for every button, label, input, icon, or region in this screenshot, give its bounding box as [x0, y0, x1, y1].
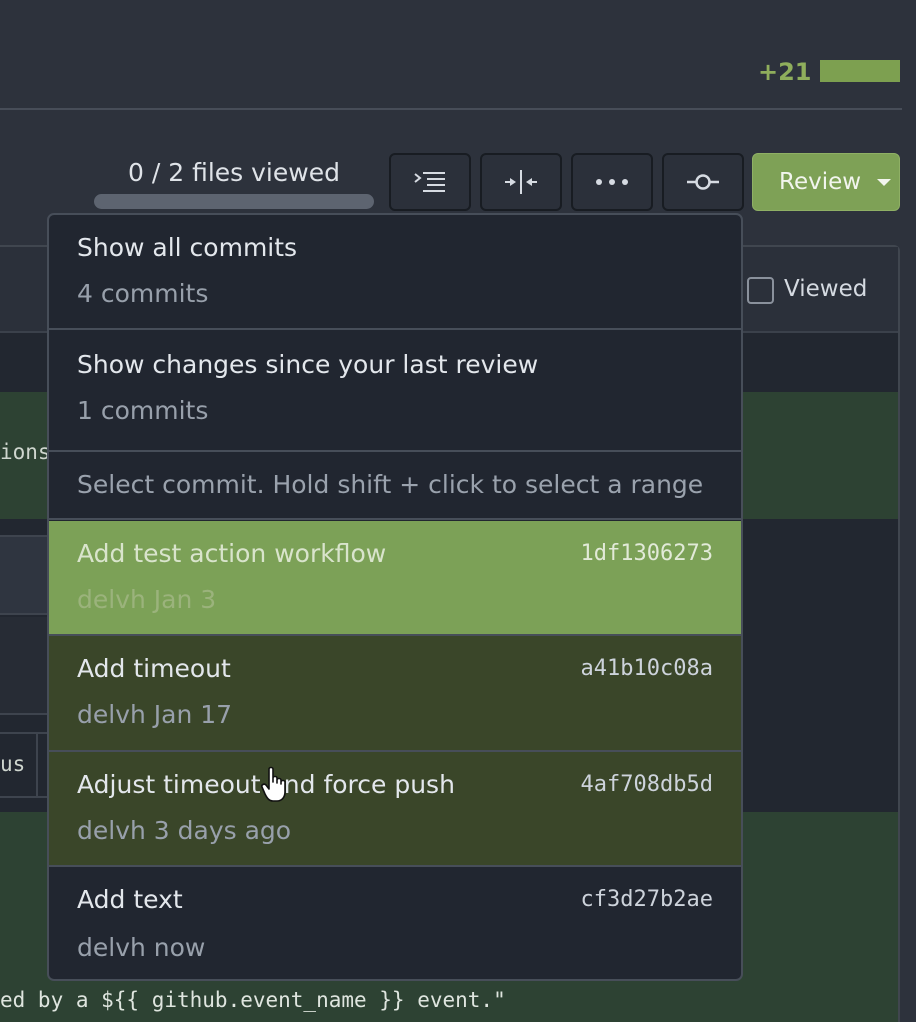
commit-author-date: delvh 3 days ago: [77, 816, 292, 845]
files-viewed-label: 0 / 2 files viewed: [128, 158, 340, 187]
file-tree-icon: [413, 170, 447, 194]
option-title: Show all commits: [77, 233, 298, 262]
option-subtitle: 4 commits: [77, 279, 209, 308]
option-subtitle: 1 commits: [77, 396, 209, 425]
commit-item[interactable]: Add test action workflow delvh Jan 3 1df…: [49, 521, 741, 636]
viewed-label: Viewed: [784, 276, 868, 302]
commit-title: Add test action workflow: [77, 539, 387, 568]
commit-selector-button[interactable]: [662, 153, 744, 211]
more-options-button[interactable]: [571, 153, 653, 211]
commit-author-date: delvh Jan 3: [77, 585, 217, 614]
divider: [36, 732, 38, 798]
commit-item[interactable]: Add text delvh now cf3d27b2ae: [49, 867, 741, 979]
commit-author-date: delvh now: [77, 933, 206, 962]
commit-sha[interactable]: 1df1306273: [581, 541, 713, 566]
code-line: ions: [0, 440, 51, 464]
commit-author-date: delvh Jan 17: [77, 700, 233, 729]
commit-sha[interactable]: a41b10c08a: [581, 656, 713, 681]
review-button[interactable]: Review: [752, 153, 900, 211]
commit-sha[interactable]: 4af708db5d: [581, 772, 713, 797]
commit-range-menu: Show all commits 4 commits Show changes …: [47, 213, 743, 981]
diff-additions-count: +21: [758, 58, 812, 86]
commit-title: Add text: [77, 885, 183, 914]
diff-view-toggle-button[interactable]: [480, 153, 562, 211]
commit-select-hint: Select commit. Hold shift + click to sel…: [49, 452, 741, 520]
file-tree-toggle-button[interactable]: [389, 153, 471, 211]
commit-title: Add timeout: [77, 654, 231, 683]
divider: [0, 108, 902, 110]
chevron-down-icon: [877, 178, 892, 186]
review-button-label: Review: [779, 169, 862, 195]
viewed-checkbox[interactable]: [747, 277, 774, 304]
diffstat-bar: [820, 60, 900, 82]
git-commit-icon: [686, 172, 720, 192]
split-diff-icon: [504, 168, 538, 196]
commit-item[interactable]: Add timeout delvh Jan 17 a41b10c08a: [49, 636, 741, 752]
commit-sha[interactable]: cf3d27b2ae: [581, 887, 713, 912]
files-viewed-progress: [94, 194, 374, 209]
code-context-block: [0, 617, 50, 715]
code-line: ed by a ${{ github.event_name }} event.": [0, 988, 506, 1012]
option-title: Show changes since your last review: [77, 350, 539, 379]
kebab-horizontal-icon: [595, 178, 629, 186]
hint-text: Select commit. Hold shift + click to sel…: [77, 470, 704, 499]
show-all-commits-option[interactable]: Show all commits 4 commits: [49, 215, 741, 330]
code-line: us: [0, 752, 26, 776]
show-changes-since-review-option[interactable]: Show changes since your last review 1 co…: [49, 330, 741, 452]
hand-cursor-icon: [260, 766, 292, 808]
commit-item[interactable]: Adjust timeout and force push delvh 3 da…: [49, 752, 741, 867]
hunk-header: [0, 535, 50, 615]
